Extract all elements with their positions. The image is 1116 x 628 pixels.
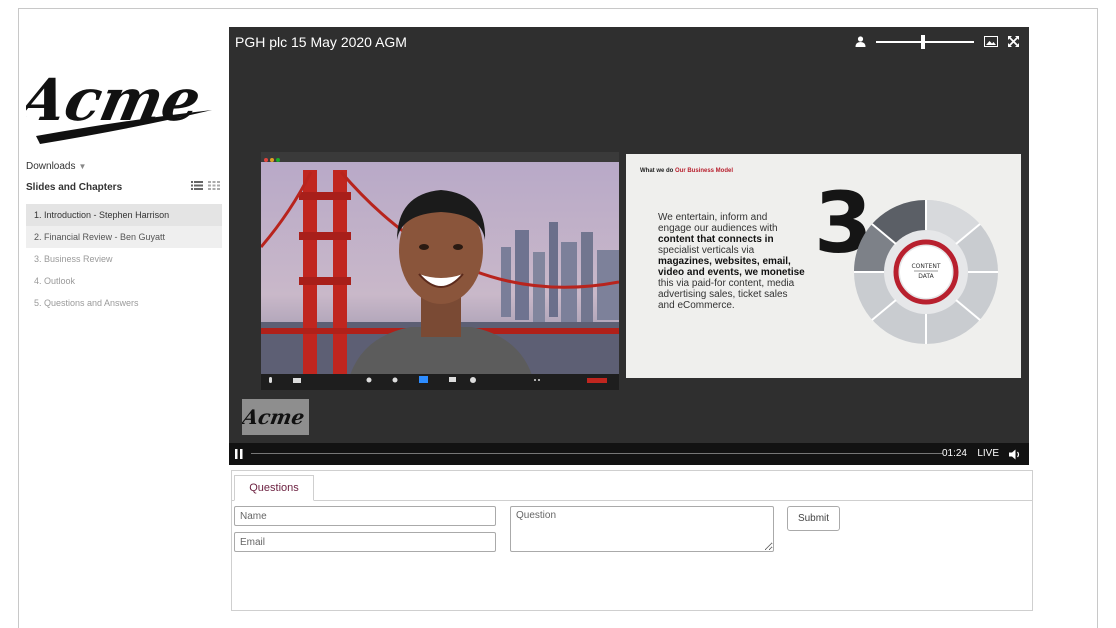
volume-icon[interactable]: [1009, 449, 1021, 460]
chapter-item-outlook[interactable]: 4. Outlook: [26, 270, 222, 292]
acme-watermark-logo: Acme: [242, 399, 309, 435]
playback-bar: 01:24 LIVE: [229, 443, 1029, 465]
business-model-wheel: 3 CONTENT DATA: [814, 174, 998, 344]
chapters-title: Slides and Chapters: [26, 182, 123, 193]
chapter-list: 1. Introduction - Stephen Harrison 2. Fi…: [26, 204, 222, 314]
submit-button[interactable]: Submit: [787, 506, 840, 531]
slide-line: magazines, websites, email,: [658, 256, 791, 267]
slide-line: and eCommerce.: [658, 300, 735, 311]
top-controls: [855, 34, 1019, 49]
name-input[interactable]: [234, 506, 496, 526]
seek-bar[interactable]: [251, 453, 943, 454]
downloads-menu[interactable]: Downloads ▼: [26, 161, 86, 172]
grid-view-icon[interactable]: [208, 181, 220, 190]
slide-heading: What we do Our Business Model: [640, 168, 733, 174]
zoom-title-bar: [261, 152, 619, 162]
chapter-item-questions-and-answers[interactable]: 5. Questions and Answers: [26, 292, 222, 314]
slide-line: this via paid-for content, media: [658, 278, 795, 289]
presentation-slide: What we do Our Business Model We enterta…: [626, 154, 1021, 378]
email-input[interactable]: [234, 532, 496, 552]
wheel-center-bottom: DATA: [918, 273, 934, 280]
question-input[interactable]: [510, 506, 774, 552]
video-title: PGH plc 15 May 2020 AGM: [235, 34, 407, 50]
chapter-item-business-review[interactable]: 3. Business Review: [26, 248, 222, 270]
video-player[interactable]: PGH plc 15 May 2020 AGM What we do Our B…: [229, 27, 1029, 465]
slide-line: advertising sales, ticket sales: [658, 289, 788, 300]
window-buttons-icon: [264, 158, 280, 162]
fullscreen-icon[interactable]: [1008, 36, 1019, 47]
zoom-toolbar: [261, 374, 619, 390]
slide-heading-accent: Our Business Model: [675, 168, 734, 174]
chapter-item-financial-review[interactable]: 2. Financial Review - Ben Guyatt: [26, 226, 222, 248]
presenter-scene: [261, 152, 619, 390]
slide-line: content that connects in: [658, 234, 774, 245]
slide-line: We entertain, inform and: [658, 212, 768, 223]
elapsed-time: 01:24: [941, 448, 967, 459]
slide-body: We entertain, inform and engage our audi…: [658, 212, 828, 311]
tab-questions[interactable]: Questions: [234, 475, 314, 501]
live-badge[interactable]: LIVE: [977, 448, 999, 459]
slide-line: video and events, we monetise: [658, 267, 805, 278]
volume-slider[interactable]: [876, 34, 974, 49]
volume-slider-handle[interactable]: [921, 34, 926, 49]
wheel-center-top: CONTENT: [911, 263, 940, 270]
slide-line: engage our audiences with: [658, 223, 778, 234]
questions-panel: Questions Submit: [231, 470, 1033, 611]
list-view-icon[interactable]: [191, 181, 203, 190]
chapters-header: Slides and Chapters: [26, 181, 222, 193]
slide-heading-prefix: What we do: [640, 168, 675, 174]
pause-icon[interactable]: [235, 449, 243, 459]
zoom-toolbar-icons: [269, 376, 607, 383]
acme-logo: Acme: [26, 66, 212, 144]
downloads-label: Downloads: [26, 161, 76, 172]
slide-line: specialist verticals via: [658, 245, 755, 256]
chapter-item-introduction[interactable]: 1. Introduction - Stephen Harrison: [26, 204, 222, 226]
image-icon[interactable]: [984, 36, 998, 47]
presenter-video: [261, 152, 619, 390]
user-icon[interactable]: [855, 36, 866, 47]
svg-text:Acme: Acme: [242, 405, 306, 429]
tab-divider: [232, 500, 1032, 501]
chevron-down-icon: ▼: [78, 162, 87, 171]
